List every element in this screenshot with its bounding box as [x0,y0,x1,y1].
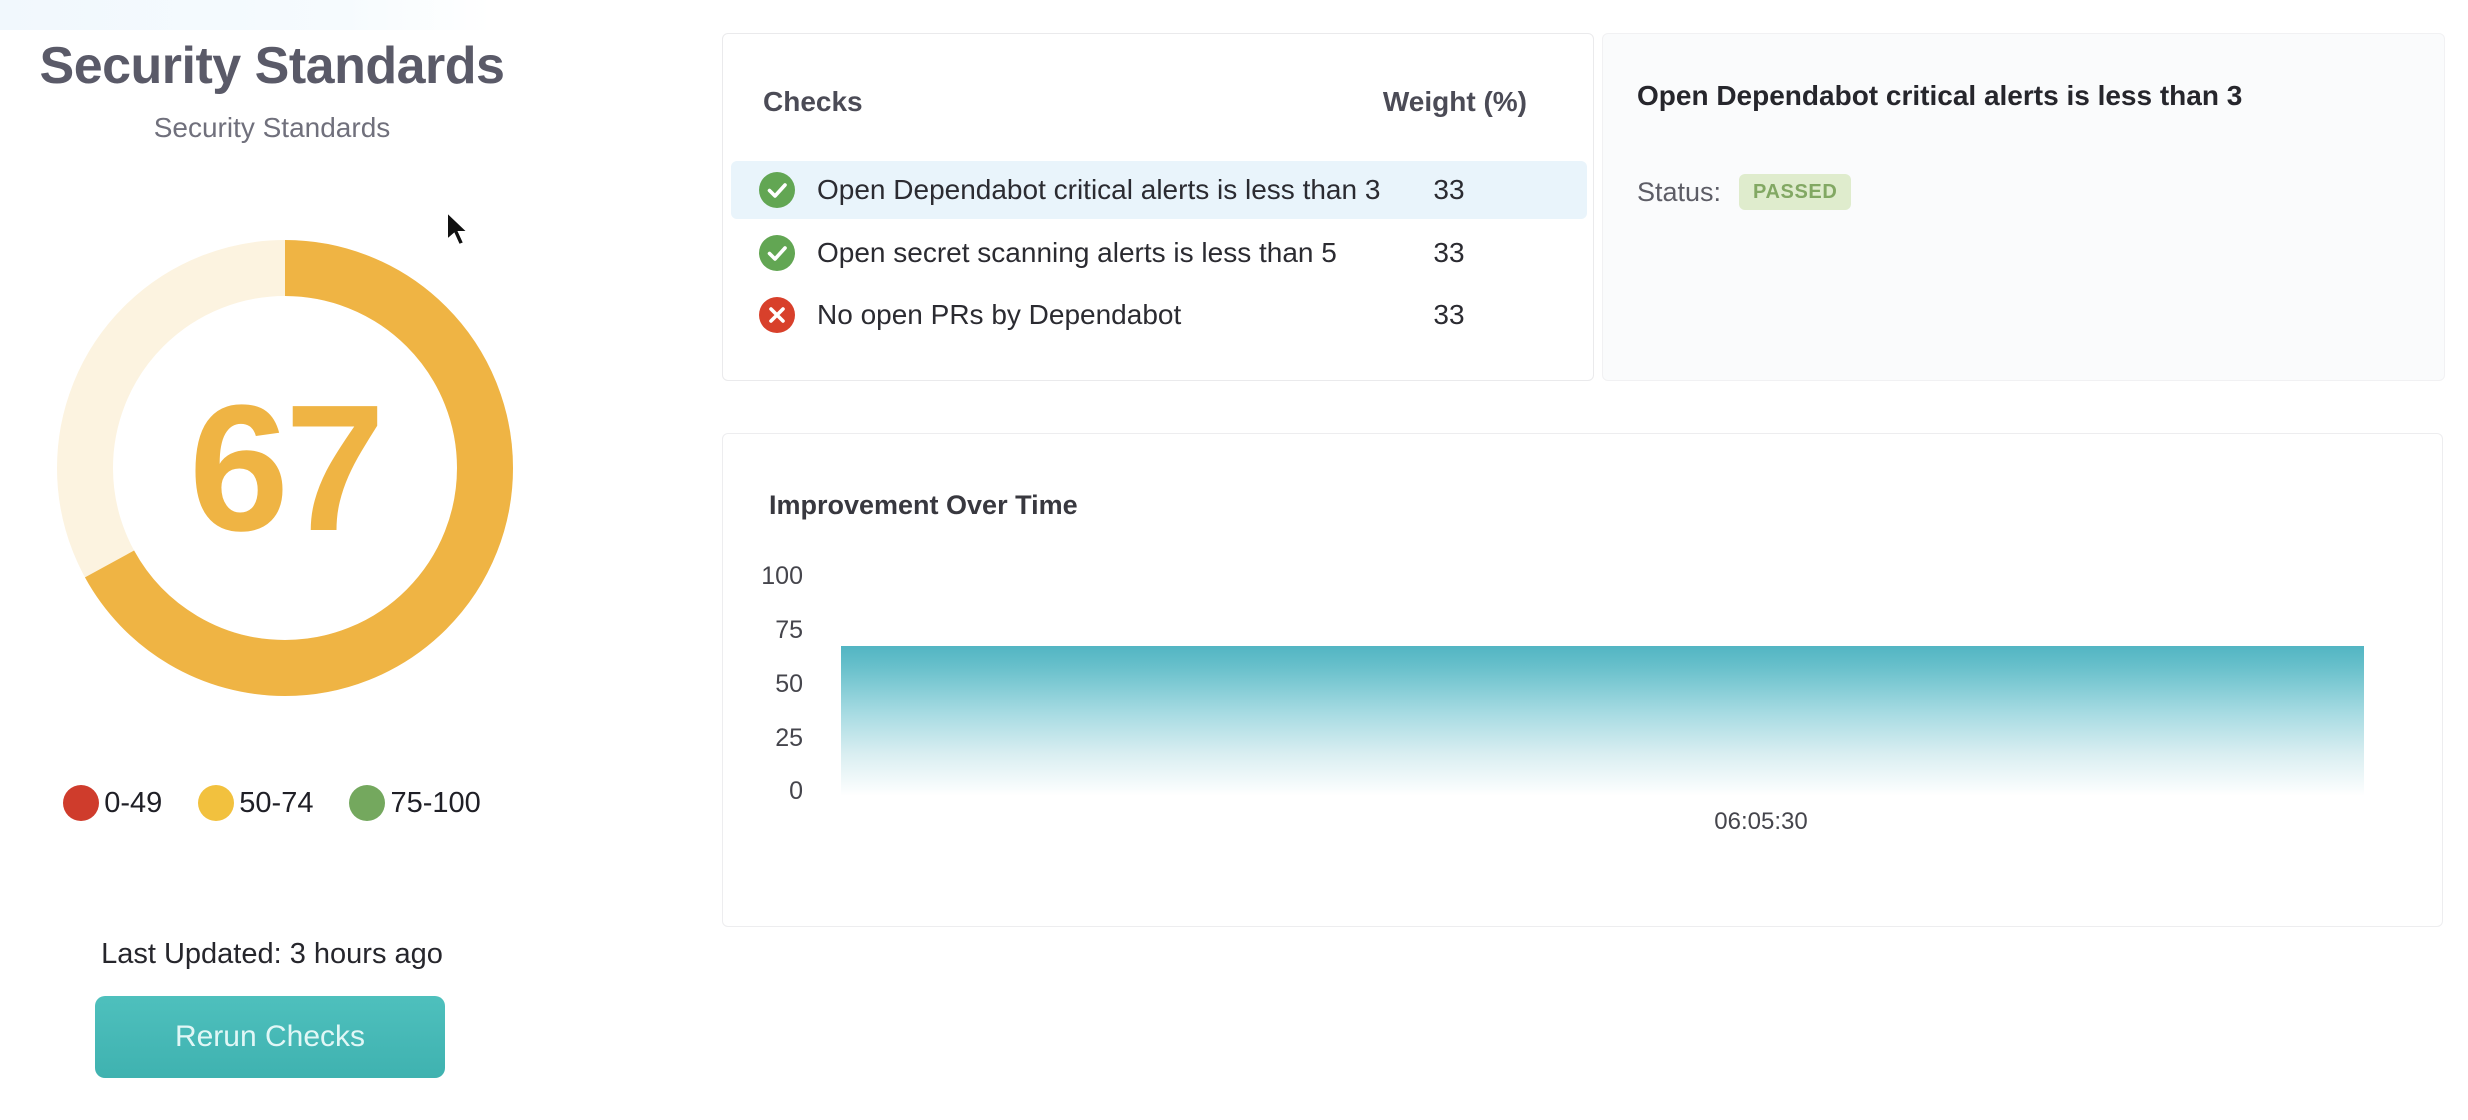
check-detail-panel: Open Dependabot critical alerts is less … [1602,33,2445,381]
top-edge-strip [0,0,492,30]
chart-title: Improvement Over Time [769,490,1078,521]
status-line: Status: PASSED [1637,173,1851,211]
y-axis-tick: 50 [743,669,803,699]
x-circle-icon [759,297,795,333]
legend-item-mid: 50-74 [198,785,313,821]
security-standards-dashboard: Security Standards Security Standards 67… [0,0,2468,1120]
check-label: Open Dependabot critical alerts is less … [817,174,1380,206]
weight-column-header: Weight (%) [1383,86,1527,118]
improvement-chart-panel: Improvement Over Time 100 75 50 25 0 06:… [722,433,2443,927]
legend-label: 0-49 [104,787,162,820]
legend-item-high: 75-100 [349,785,480,821]
check-row-dependabot-critical[interactable]: Open Dependabot critical alerts is less … [731,161,1587,219]
score-value: 67 [57,240,513,696]
legend-item-low: 0-49 [63,785,162,821]
legend-green-dot-icon [349,785,385,821]
legend-yellow-dot-icon [198,785,234,821]
legend-red-dot-icon [63,785,99,821]
status-label: Status: [1637,177,1721,208]
page-title: Security Standards [36,36,508,96]
check-row-secret-scanning[interactable]: Open secret scanning alerts is less than… [731,224,1587,282]
check-circle-icon [759,235,795,271]
check-weight: 33 [1389,174,1509,206]
check-weight: 33 [1389,237,1509,269]
status-badge: PASSED [1739,174,1851,210]
legend-label: 75-100 [390,787,480,820]
checks-panel-title: Checks [763,86,863,118]
y-axis-tick: 25 [743,723,803,753]
mouse-cursor-icon [443,210,473,250]
checks-panel: Checks Weight (%) Open Dependabot critic… [722,33,1594,381]
check-label: No open PRs by Dependabot [817,299,1181,331]
check-weight: 33 [1389,299,1509,331]
check-row-open-prs[interactable]: No open PRs by Dependabot 33 [731,286,1587,344]
score-legend: 0-49 50-74 75-100 [36,782,508,824]
check-detail-title: Open Dependabot critical alerts is less … [1637,80,2417,112]
y-axis-tick: 100 [743,561,803,591]
y-axis-tick: 0 [743,776,803,806]
x-axis-tick: 06:05:30 [1701,808,1821,836]
legend-label: 50-74 [239,787,313,820]
area-series-band [841,646,2364,796]
page-subtitle: Security Standards [36,112,508,144]
check-label: Open secret scanning alerts is less than… [817,237,1337,269]
y-axis-tick: 75 [743,615,803,645]
check-circle-icon [759,172,795,208]
rerun-checks-button[interactable]: Rerun Checks [95,996,445,1078]
last-updated-text: Last Updated: 3 hours ago [36,938,508,971]
score-gauge: 67 [57,240,513,696]
